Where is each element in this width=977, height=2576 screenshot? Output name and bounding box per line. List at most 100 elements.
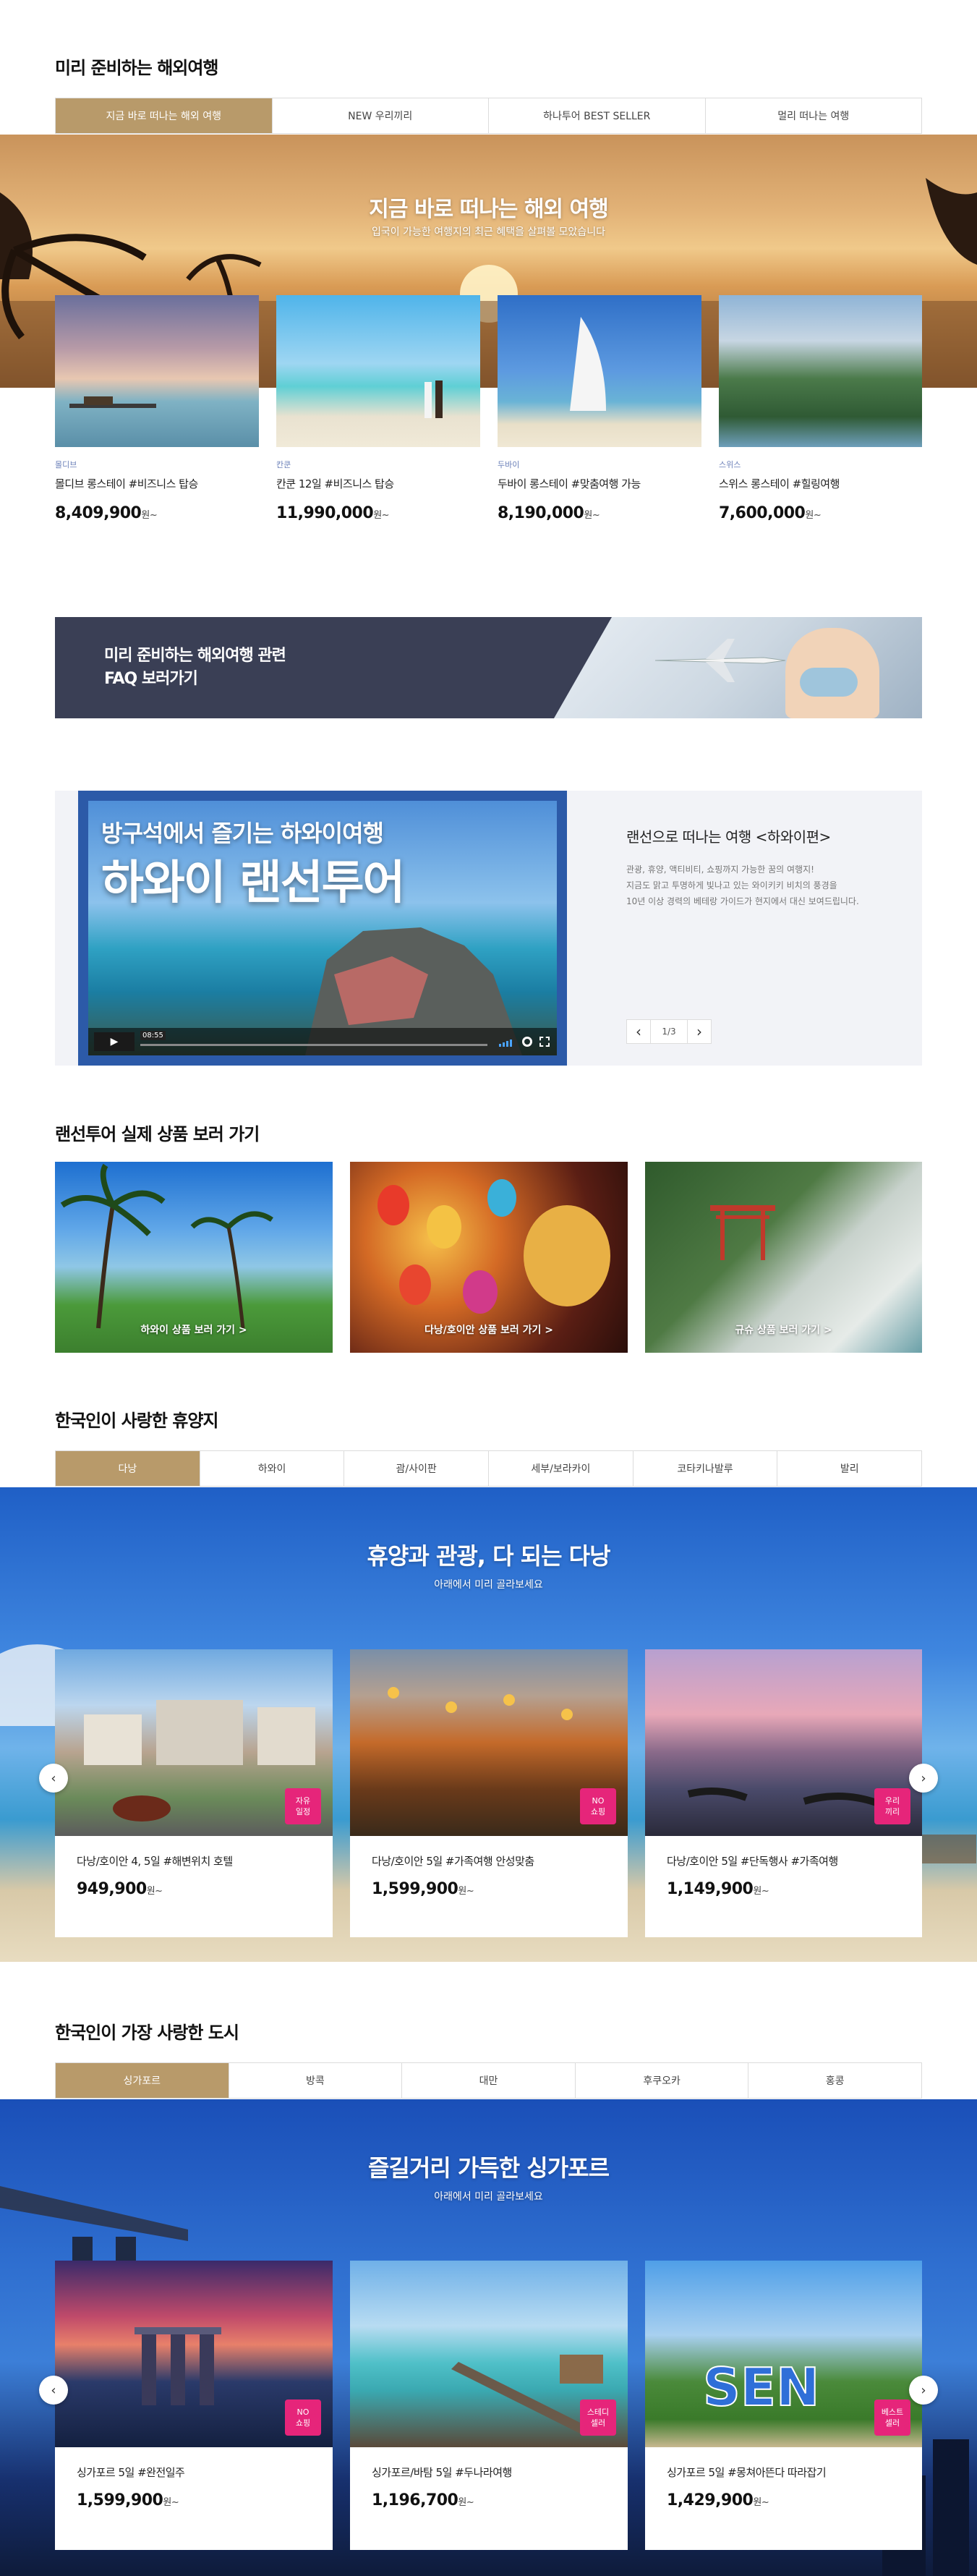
tab-cebu-boracay[interactable]: 세부/보라카이 xyxy=(489,1451,633,1486)
tab-new[interactable]: NEW 우리끼리 xyxy=(272,98,489,133)
resort-card-1[interactable]: 자유 일정 다낭/호이안 4, 5일 #해변위치 호텔 949,900원~ xyxy=(55,1649,333,1937)
cancun-photo xyxy=(276,295,480,447)
video-section: 방구석에서 즐기는 하와이여행 하와이 랜선투어 ▶ 08:55 랜선으로 떠나… xyxy=(55,791,922,1066)
badge-steady-seller: 스테디 셀러 xyxy=(580,2399,616,2436)
chevron-left-icon: ‹ xyxy=(636,1023,641,1040)
city-card-3[interactable]: SEN 베스트 셀러 싱가포르 5일 #몽쳐아뜬다 따라잡기 1,429,900… xyxy=(645,2261,922,2550)
video-controls: ▶ 08:55 xyxy=(88,1028,557,1055)
tab-singapore[interactable]: 싱가포르 xyxy=(56,2063,229,2098)
play-icon: ▶ xyxy=(110,1036,119,1047)
lantour-item-danang[interactable]: 다낭/호이안 상품 보러 가기 > xyxy=(350,1162,628,1353)
fullscreen-icon[interactable] xyxy=(539,1037,550,1047)
tab-hongkong[interactable]: 홍콩 xyxy=(748,2063,921,2098)
faq-line-1: 미리 준비하는 해외여행 관련 xyxy=(104,647,286,665)
city-photo-1: NO 쇼핑 xyxy=(55,2261,333,2447)
price-unit: 원~ xyxy=(163,2497,179,2508)
tab-guam-saipan[interactable]: 괌/사이판 xyxy=(344,1451,490,1486)
video-desc-line-3: 10년 이상 경력의 베테랑 가이드가 현지에서 대신 보여드립니다. xyxy=(626,896,859,906)
pager-count: 1/3 xyxy=(651,1019,687,1044)
card-region: 칸쿤 xyxy=(276,460,291,469)
tab-fukuoka[interactable]: 후쿠오카 xyxy=(575,2063,749,2098)
city-card-1[interactable]: NO 쇼핑 싱가포르 5일 #완전일주 1,599,900원~ xyxy=(55,2261,333,2550)
pager-next-button[interactable]: › xyxy=(687,1019,712,1044)
video-side-title: 랜선으로 떠나는 여행 <하와이편> xyxy=(626,828,831,846)
badge-no-shopping: NO 쇼핑 xyxy=(285,2399,321,2436)
card-product-name: 스위스 롱스테이 #힐링여행 xyxy=(719,477,840,490)
airplane-icon xyxy=(654,639,786,682)
settings-icon[interactable] xyxy=(522,1037,532,1047)
city-photo-2: 스테디 셀러 xyxy=(350,2261,628,2447)
faq-banner[interactable]: 미리 준비하는 해외여행 관련 FAQ 보러가기 xyxy=(55,617,922,718)
lantour-label: 하와이 상품 보러 가기 > xyxy=(140,1325,247,1336)
product-card-swiss[interactable]: 스위스 스위스 롱스테이 #힐링여행 7,600,000원~ xyxy=(719,295,922,534)
product-card-cancun[interactable]: 칸쿤 칸쿤 12일 #비즈니스 탑승 11,990,000원~ xyxy=(276,295,480,534)
card-price: 1,599,900원~ xyxy=(372,1880,628,1898)
card-price: 949,900원~ xyxy=(77,1880,333,1898)
price-value: 8,409,900 xyxy=(55,504,142,522)
resort-card-2[interactable]: NO 쇼핑 다낭/호이안 5일 #가족여행 안성맞춤 1,599,900원~ xyxy=(350,1649,628,1937)
sunset-banner-subtitle: 입국이 가능한 여행지의 최근 혜택을 살펴볼 모았습니다 xyxy=(372,226,605,238)
pager-prev-button[interactable]: ‹ xyxy=(626,1019,651,1044)
card-product-name: 다낭/호이안 5일 #가족여행 안성맞춤 xyxy=(372,1855,534,1868)
overseas-tabs: 지금 바로 떠나는 해외 여행 NEW 우리끼리 하나투어 BEST SELLE… xyxy=(55,98,922,134)
product-card-dubai[interactable]: 두바이 두바이 롱스테이 #맞춤여행 가능 8,190,000원~ xyxy=(498,295,701,534)
city-card-2[interactable]: 스테디 셀러 싱가포르/바탐 5일 #두나라여행 1,196,700원~ xyxy=(350,2261,628,2550)
video-progress-bar[interactable] xyxy=(140,1044,487,1046)
tab-hawaii[interactable]: 하와이 xyxy=(200,1451,345,1486)
price-value: 11,990,000 xyxy=(276,504,374,522)
lantour-item-kyushu[interactable]: 규슈 상품 보러 가기 > xyxy=(645,1162,922,1353)
resort-photo-1: 자유 일정 xyxy=(55,1649,333,1836)
badge-no-shopping: NO 쇼핑 xyxy=(580,1788,616,1824)
resort-photo-3: 우리 끼리 xyxy=(645,1649,922,1836)
section-title-resort: 한국인이 사랑한 휴양지 xyxy=(55,1411,219,1431)
resort-band-title: 휴양과 관광, 다 되는 다낭 xyxy=(367,1542,610,1570)
tab-now[interactable]: 지금 바로 떠나는 해외 여행 xyxy=(56,98,273,133)
svg-text:SEN: SEN xyxy=(703,2357,819,2418)
tab-danang[interactable]: 다낭 xyxy=(56,1451,200,1486)
sunset-banner-title: 지금 바로 떠나는 해외 여행 xyxy=(369,197,608,222)
video-time: 08:55 xyxy=(140,1031,166,1040)
resort-next-button[interactable]: › xyxy=(909,1764,938,1793)
city-prev-button[interactable]: ‹ xyxy=(39,2376,68,2405)
tab-bangkok[interactable]: 방콕 xyxy=(229,2063,403,2098)
faq-banner-text: 미리 준비하는 해외여행 관련 FAQ 보러가기 xyxy=(104,645,286,691)
resort-band-subtitle: 아래에서 미리 골라보세요 xyxy=(434,1579,543,1591)
resort-card-3[interactable]: 우리 끼리 다낭/호이안 5일 #단독행사 #가족여행 1,149,900원~ xyxy=(645,1649,922,1937)
card-price: 8,190,000원~ xyxy=(498,504,701,522)
tab-best[interactable]: 하나투어 BEST SELLER xyxy=(489,98,706,133)
card-price: 1,196,700원~ xyxy=(372,2491,628,2509)
chevron-right-icon: › xyxy=(696,1023,702,1040)
card-product-name: 싱가포르 5일 #몽쳐아뜬다 따라잡기 xyxy=(667,2466,827,2479)
section-title-lantour: 랜선투어 실제 상품 보러 가기 xyxy=(55,1124,260,1144)
tab-bali[interactable]: 발리 xyxy=(777,1451,922,1486)
city-next-button[interactable]: › xyxy=(909,2376,938,2405)
video-pager: ‹ 1/3 › xyxy=(626,1019,712,1044)
play-button[interactable]: ▶ xyxy=(94,1032,135,1051)
city-tabs: 싱가포르 방콕 대만 후쿠오카 홍콩 xyxy=(55,2062,922,2099)
resort-prev-button[interactable]: ‹ xyxy=(39,1764,68,1793)
video-player[interactable]: 방구석에서 즐기는 하와이여행 하와이 랜선투어 ▶ 08:55 xyxy=(78,791,567,1066)
lantour-label: 규슈 상품 보러 가기 > xyxy=(735,1325,832,1336)
tab-far[interactable]: 멀리 떠나는 여행 xyxy=(705,98,921,133)
card-product-name: 다낭/호이안 4, 5일 #해변위치 호텔 xyxy=(77,1855,233,1868)
product-card-maldives[interactable]: 몰디브 몰디브 롱스테이 #비즈니스 탑승 8,409,900원~ xyxy=(55,295,259,534)
video-desc-line-1: 관광, 휴양, 액티비티, 쇼핑까지 가능한 꿈의 여행지! xyxy=(626,864,814,875)
card-product-name: 다낭/호이안 5일 #단독행사 #가족여행 xyxy=(667,1855,838,1868)
card-product-name: 몰디브 롱스테이 #비즈니스 탑승 xyxy=(55,477,198,490)
city-band-title: 즐길거리 가득한 싱가포르 xyxy=(367,2154,610,2182)
face-mask xyxy=(800,668,858,697)
chevron-left-icon: ‹ xyxy=(51,1770,56,1786)
tab-taiwan[interactable]: 대만 xyxy=(402,2063,576,2098)
video-title-big: 하와이 랜선투어 xyxy=(101,856,405,910)
card-product-name: 칸쿤 12일 #비즈니스 탑승 xyxy=(276,477,394,490)
lantour-item-hawaii[interactable]: 하와이 상품 보러 가기 > xyxy=(55,1162,333,1353)
badge-free-schedule: 자유 일정 xyxy=(285,1788,321,1824)
section-title-overseas: 미리 준비하는 해외여행 xyxy=(55,58,219,78)
price-unit: 원~ xyxy=(584,510,600,521)
card-price: 1,429,900원~ xyxy=(667,2491,922,2509)
price-value: 1,599,900 xyxy=(77,2491,163,2509)
resort-photo-2: NO 쇼핑 xyxy=(350,1649,628,1836)
volume-icon[interactable] xyxy=(499,1038,516,1047)
tab-kotakinabalu[interactable]: 코타키나발루 xyxy=(633,1451,778,1486)
price-value: 8,190,000 xyxy=(498,504,584,522)
